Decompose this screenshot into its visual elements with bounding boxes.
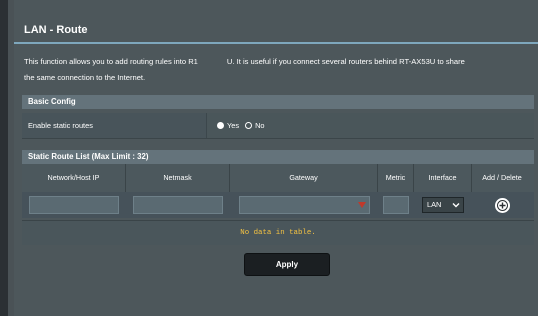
col-network-host-ip: Network/Host IP: [22, 164, 126, 192]
col-metric: Metric: [378, 164, 414, 192]
page-title: LAN - Route: [24, 24, 88, 36]
description-part1: This function allows you to add routing …: [24, 57, 198, 66]
route-input-row: LAN: [22, 192, 534, 218]
network-cell: [22, 192, 126, 218]
col-gateway: Gateway: [230, 164, 378, 192]
add-circle-icon[interactable]: [494, 197, 510, 213]
app-frame: LAN - Route This function allows you to …: [8, 0, 538, 316]
netmask-input[interactable]: [133, 196, 223, 214]
description-line2: the same connection to the Internet.: [24, 73, 146, 82]
enable-static-routes-radios: Yes No: [217, 113, 268, 138]
col-add-delete: Add / Delete: [482, 173, 522, 182]
radio-yes-label[interactable]: Yes: [227, 113, 239, 138]
title-divider: [14, 42, 538, 44]
netmask-cell: [126, 192, 230, 218]
route-panel: LAN - Route This function allows you to …: [14, 0, 538, 316]
metric-cell: [378, 192, 414, 218]
add-delete-cell: [472, 192, 532, 218]
chevron-down-icon: [452, 203, 460, 208]
route-table-header: Network/Host IP Netmask Gateway Metric I…: [22, 164, 534, 192]
apply-button[interactable]: Apply: [244, 253, 330, 276]
interface-select[interactable]: LAN: [422, 197, 464, 213]
empty-table-message: No data in table.: [22, 220, 534, 245]
radio-no-label[interactable]: No: [255, 113, 264, 138]
interface-cell: LAN: [414, 192, 472, 218]
page-description: This function allows you to add routing …: [24, 54, 538, 86]
interface-value: LAN: [427, 200, 442, 209]
basic-config-header: Basic Config: [22, 95, 534, 109]
radio-no[interactable]: [245, 122, 253, 129]
radio-yes[interactable]: [217, 122, 224, 129]
col-interface: Interface: [414, 164, 472, 192]
enable-static-routes-row: Enable static routes Yes No: [22, 113, 534, 139]
col-netmask: Netmask: [126, 164, 230, 192]
dropdown-arrow-icon[interactable]: [354, 197, 369, 213]
gateway-cell: [230, 192, 378, 218]
description-part2: U. It is useful if you connect several r…: [226, 57, 465, 66]
enable-static-routes-label: Enable static routes: [22, 113, 207, 138]
static-route-list-header: Static Route List (Max Limit : 32): [22, 150, 534, 164]
network-host-ip-input[interactable]: [29, 196, 119, 214]
gateway-input[interactable]: [238, 196, 370, 214]
metric-input[interactable]: [383, 196, 409, 214]
